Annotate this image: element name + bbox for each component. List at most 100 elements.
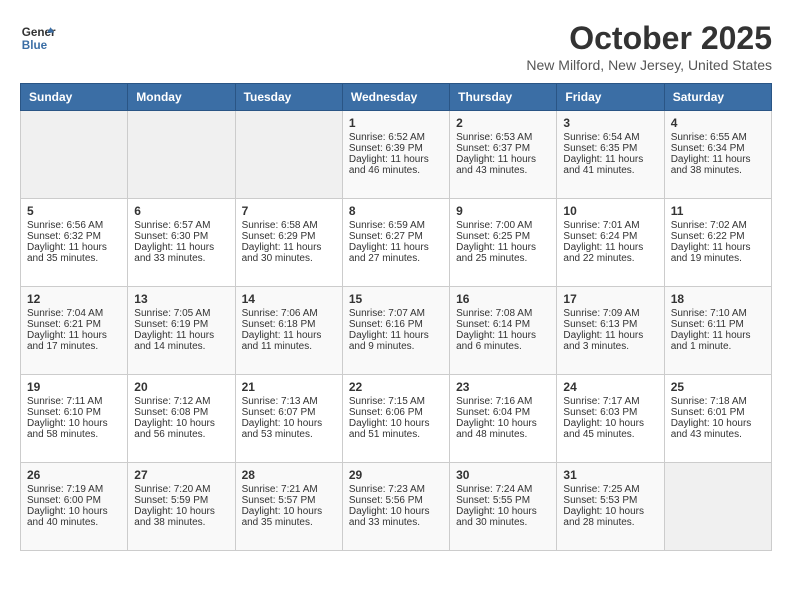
calendar-cell: 29Sunrise: 7:23 AMSunset: 5:56 PMDayligh…: [342, 463, 449, 551]
day-info: Sunset: 6:11 PM: [671, 319, 765, 330]
calendar-cell: 19 Sunrise: 7:11 AMSunset: 6:10 PMDayligh…: [21, 375, 128, 463]
day-info: Sunrise: 7:13 AM: [242, 396, 336, 407]
day-number: 11: [671, 204, 765, 218]
calendar-cell: 20 Sunrise: 7:12 AMSunset: 6:08 PMDayligh…: [128, 375, 235, 463]
day-number: 29: [349, 468, 443, 482]
day-number: 9: [456, 204, 550, 218]
day-info: Sunset: 5:57 PM: [242, 495, 336, 506]
calendar-cell: [664, 463, 771, 551]
day-info: Daylight: 11 hours and 25 minutes.: [456, 242, 550, 264]
calendar-cell: 1Sunrise: 6:52 AMSunset: 6:39 PMDaylight…: [342, 111, 449, 199]
weekday-header: Friday: [557, 84, 664, 111]
day-info: Sunset: 6:29 PM: [242, 231, 336, 242]
day-info: Daylight: 10 hours and 28 minutes.: [563, 506, 657, 528]
day-info: Sunset: 6:39 PM: [349, 143, 443, 154]
day-info: Sunset: 6:35 PM: [563, 143, 657, 154]
svg-text:Blue: Blue: [22, 39, 48, 52]
day-number: 19: [27, 380, 121, 394]
calendar-cell: 6Sunrise: 6:57 AMSunset: 6:30 PMDaylight…: [128, 199, 235, 287]
calendar-cell: 16Sunrise: 7:08 AMSunset: 6:14 PMDayligh…: [450, 287, 557, 375]
day-number: 20: [134, 380, 228, 394]
day-number: 7: [242, 204, 336, 218]
day-info: Sunset: 6:08 PM: [134, 407, 228, 418]
day-info: Daylight: 11 hours and 46 minutes.: [349, 154, 443, 176]
weekday-header: Monday: [128, 84, 235, 111]
day-number: 26: [27, 468, 121, 482]
day-info: Sunrise: 7:10 AM: [671, 308, 765, 319]
calendar-cell: 23Sunrise: 7:16 AMSunset: 6:04 PMDayligh…: [450, 375, 557, 463]
calendar-week-row: 19Sunrise: 7:11 AMSunset: 6:10 PMDayligh…: [21, 375, 772, 463]
calendar-cell: 7Sunrise: 6:58 AMSunset: 6:29 PMDaylight…: [235, 199, 342, 287]
calendar-week-row: 1Sunrise: 6:52 AMSunset: 6:39 PMDaylight…: [21, 111, 772, 199]
day-info: Sunrise: 7:05 AM: [134, 308, 228, 319]
calendar-cell: 8Sunrise: 6:59 AMSunset: 6:27 PMDaylight…: [342, 199, 449, 287]
day-info: Sunrise: 7:11 AM: [27, 396, 121, 407]
day-info: Daylight: 10 hours and 56 minutes.: [134, 418, 228, 440]
logo: General Blue: [20, 20, 56, 56]
day-info: Sunrise: 7:16 AM: [456, 396, 550, 407]
calendar-cell: 4Sunrise: 6:55 AMSunset: 6:34 PMDaylight…: [664, 111, 771, 199]
day-number: 24: [563, 380, 657, 394]
day-number: 21: [242, 380, 336, 394]
day-info: Daylight: 11 hours and 27 minutes.: [349, 242, 443, 264]
day-info: Sunrise: 7:17 AM: [563, 396, 657, 407]
day-info: Sunrise: 7:15 AM: [349, 396, 443, 407]
day-info: Sunset: 6:10 PM: [27, 407, 121, 418]
day-info: Sunset: 6:16 PM: [349, 319, 443, 330]
day-info: Sunset: 6:03 PM: [563, 407, 657, 418]
day-info: Sunrise: 7:19 AM: [27, 484, 121, 495]
day-info: Sunrise: 7:08 AM: [456, 308, 550, 319]
day-info: Sunset: 6:25 PM: [456, 231, 550, 242]
day-number: 28: [242, 468, 336, 482]
day-info: Daylight: 11 hours and 38 minutes.: [671, 154, 765, 176]
day-info: Sunset: 6:30 PM: [134, 231, 228, 242]
day-info: Daylight: 11 hours and 1 minute.: [671, 330, 765, 352]
day-info: Daylight: 11 hours and 35 minutes.: [27, 242, 121, 264]
day-info: Sunrise: 7:07 AM: [349, 308, 443, 319]
day-info: Sunset: 6:01 PM: [671, 407, 765, 418]
calendar-cell: 31Sunrise: 7:25 AMSunset: 5:53 PMDayligh…: [557, 463, 664, 551]
day-info: Sunset: 6:32 PM: [27, 231, 121, 242]
day-info: Daylight: 11 hours and 30 minutes.: [242, 242, 336, 264]
day-info: Sunset: 5:53 PM: [563, 495, 657, 506]
title-block: October 2025 New Milford, New Jersey, Un…: [526, 20, 772, 73]
day-info: Sunrise: 7:12 AM: [134, 396, 228, 407]
day-info: Sunset: 6:04 PM: [456, 407, 550, 418]
calendar-cell: 13Sunrise: 7:05 AMSunset: 6:19 PMDayligh…: [128, 287, 235, 375]
day-info: Daylight: 10 hours and 33 minutes.: [349, 506, 443, 528]
day-info: Daylight: 11 hours and 6 minutes.: [456, 330, 550, 352]
page-header: General Blue October 2025 New Milford, N…: [20, 20, 772, 73]
calendar-table: SundayMondayTuesdayWednesdayThursdayFrid…: [20, 83, 772, 551]
calendar-cell: 2Sunrise: 6:53 AMSunset: 6:37 PMDaylight…: [450, 111, 557, 199]
calendar-week-row: 12Sunrise: 7:04 AMSunset: 6:21 PMDayligh…: [21, 287, 772, 375]
day-number: 6: [134, 204, 228, 218]
day-info: Sunrise: 6:53 AM: [456, 132, 550, 143]
day-number: 4: [671, 116, 765, 130]
day-info: Sunset: 6:22 PM: [671, 231, 765, 242]
calendar-week-row: 5Sunrise: 6:56 AMSunset: 6:32 PMDaylight…: [21, 199, 772, 287]
day-number: 13: [134, 292, 228, 306]
location-subtitle: New Milford, New Jersey, United States: [526, 57, 772, 73]
calendar-cell: 27Sunrise: 7:20 AMSunset: 5:59 PMDayligh…: [128, 463, 235, 551]
day-info: Sunset: 6:06 PM: [349, 407, 443, 418]
day-info: Sunset: 6:00 PM: [27, 495, 121, 506]
weekday-header: Sunday: [21, 84, 128, 111]
day-info: Daylight: 10 hours and 58 minutes.: [27, 418, 121, 440]
day-number: 16: [456, 292, 550, 306]
weekday-header: Tuesday: [235, 84, 342, 111]
day-info: Sunset: 6:19 PM: [134, 319, 228, 330]
day-info: Daylight: 10 hours and 48 minutes.: [456, 418, 550, 440]
day-info: Sunset: 6:13 PM: [563, 319, 657, 330]
day-info: Sunset: 6:21 PM: [27, 319, 121, 330]
day-number: 18: [671, 292, 765, 306]
day-number: 25: [671, 380, 765, 394]
calendar-cell: 24Sunrise: 7:17 AMSunset: 6:03 PMDayligh…: [557, 375, 664, 463]
calendar-cell: 17Sunrise: 7:09 AMSunset: 6:13 PMDayligh…: [557, 287, 664, 375]
calendar-cell: 26Sunrise: 7:19 AMSunset: 6:00 PMDayligh…: [21, 463, 128, 551]
day-info: Sunrise: 6:52 AM: [349, 132, 443, 143]
logo-icon: General Blue: [20, 20, 56, 56]
day-number: 30: [456, 468, 550, 482]
day-number: 5: [27, 204, 121, 218]
day-info: Sunrise: 6:55 AM: [671, 132, 765, 143]
day-number: 27: [134, 468, 228, 482]
